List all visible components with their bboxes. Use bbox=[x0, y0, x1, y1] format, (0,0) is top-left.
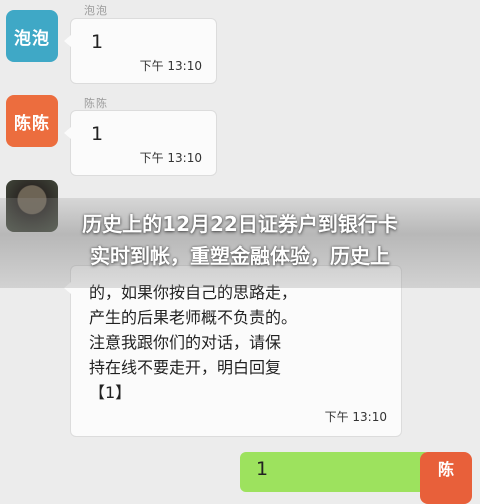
sender-name: 陈陈 bbox=[84, 97, 108, 110]
message-time: 下午 13:10 bbox=[139, 59, 202, 73]
avatar[interactable]: 泡泡 bbox=[6, 10, 58, 62]
sender-name: 泡泡 bbox=[84, 4, 108, 17]
message-text: 1 bbox=[91, 31, 104, 53]
message-bubble[interactable]: 1 下午 13:10 bbox=[64, 18, 217, 84]
message-text: 1 bbox=[91, 123, 104, 145]
message-time: 下午 13:10 bbox=[324, 410, 387, 424]
own-message-bubble[interactable]: 1 bbox=[240, 452, 430, 492]
overlay-title-line-1: 历史上的12月22日证券户到银行卡 bbox=[82, 212, 398, 236]
own-avatar[interactable]: 陈 bbox=[420, 452, 472, 504]
message-text: 的，如果你按自己的思路走， 产生的后果老师概不负责的。 注意我跟你们的对话，请保… bbox=[89, 283, 298, 402]
chat-screenshot: 泡泡 泡泡 1 下午 13:10 陈陈 陈陈 1 下午 13:10 的，如果你按… bbox=[0, 0, 480, 504]
message-time: 下午 13:10 bbox=[139, 151, 202, 165]
avatar[interactable]: 陈陈 bbox=[6, 95, 58, 147]
message-bubble[interactable]: 的，如果你按自己的思路走， 产生的后果老师概不负责的。 注意我跟你们的对话，请保… bbox=[64, 265, 402, 437]
overlay-title-line-2: 实时到帐，重塑金融体验，历史上 bbox=[90, 244, 390, 268]
message-bubble[interactable]: 1 下午 13:10 bbox=[64, 110, 217, 176]
own-message-text: 1 bbox=[256, 458, 269, 480]
